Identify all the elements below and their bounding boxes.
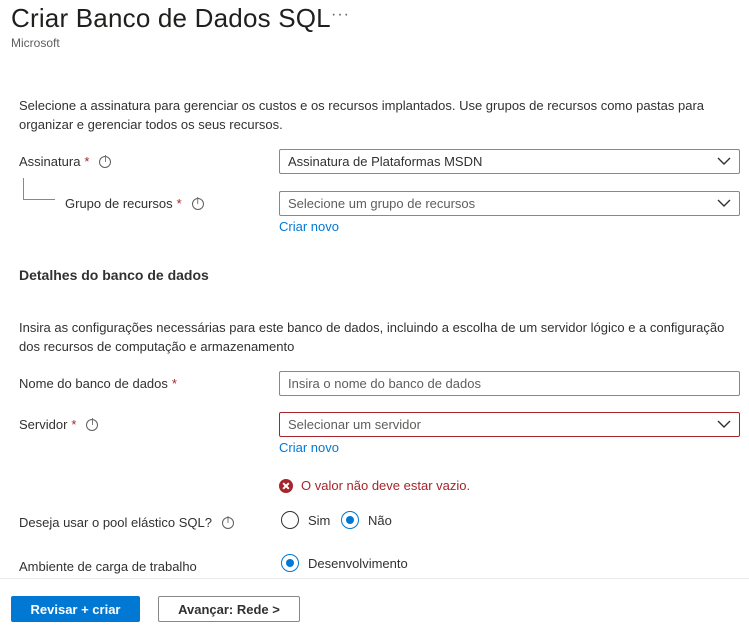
required-marker: * [171, 376, 177, 391]
chevron-down-icon [717, 199, 731, 207]
radio-circle[interactable] [281, 511, 299, 529]
workload-label: Ambiente de carga de trabalho [19, 559, 197, 574]
radio-circle[interactable] [281, 554, 299, 572]
more-options-icon[interactable]: ··· [331, 6, 350, 24]
resource-group-label-text: Grupo de recursos [65, 196, 173, 211]
info-icon[interactable] [99, 155, 112, 168]
database-name-label-text: Nome do banco de dados [19, 376, 168, 391]
publisher-label: Microsoft [11, 36, 60, 50]
elastic-pool-radio-yes[interactable]: Sim [281, 511, 330, 529]
radio-circle[interactable] [341, 511, 359, 529]
radio-yes-label: Sim [308, 512, 331, 528]
workload-radio-development[interactable]: Desenvolvimento [281, 554, 408, 572]
chevron-down-icon [717, 420, 731, 428]
elastic-pool-radio-no[interactable]: Não [341, 511, 392, 529]
workload-option-label: Desenvolvimento [308, 555, 408, 571]
project-description: Selecione a assinatura para gerenciar os… [19, 98, 705, 132]
subscription-label-text: Assinatura [19, 154, 81, 169]
server-select[interactable]: Selecionar um servidor [279, 412, 740, 437]
tree-connector [23, 178, 55, 200]
required-marker: * [84, 154, 90, 169]
error-icon [279, 478, 293, 493]
subscription-value: Assinatura de Plataformas MSDN [288, 154, 483, 169]
subscription-label: Assinatura * [19, 154, 112, 169]
required-marker: * [176, 196, 182, 211]
server-label: Servidor * [19, 417, 99, 432]
chevron-down-icon [717, 157, 731, 165]
server-label-text: Servidor [19, 417, 68, 432]
resource-group-label: Grupo de recursos * [65, 196, 204, 211]
database-description: Insira as configurações necessárias para… [19, 320, 725, 354]
server-placeholder: Selecionar um servidor [288, 417, 421, 432]
create-server-link[interactable]: Criar novo [279, 440, 339, 455]
next-network-button[interactable]: Avançar: Rede > [158, 596, 300, 622]
database-name-label: Nome do banco de dados * [19, 376, 177, 391]
page-header: Criar Banco de Dados SQL ··· Microsoft [0, 0, 749, 58]
subscription-select[interactable]: Assinatura de Plataformas MSDN [279, 149, 740, 174]
radio-no-label: Não [368, 512, 392, 528]
resource-group-placeholder: Selecione um grupo de recursos [288, 196, 476, 211]
resource-group-select[interactable]: Selecione um grupo de recursos [279, 191, 740, 216]
required-marker: * [71, 417, 77, 432]
review-create-button[interactable]: Revisar + criar [11, 596, 140, 622]
server-error-message: O valor não deve estar vazio. [279, 478, 470, 493]
footer-divider [0, 578, 749, 579]
info-icon[interactable] [86, 418, 99, 431]
info-icon[interactable] [191, 197, 204, 210]
elastic-pool-label: Deseja usar o pool elástico SQL? [19, 515, 234, 530]
create-resource-group-link[interactable]: Criar novo [279, 219, 339, 234]
info-icon[interactable] [221, 516, 234, 529]
database-name-input[interactable] [279, 371, 740, 396]
elastic-pool-label-text: Deseja usar o pool elástico SQL? [19, 515, 212, 530]
page-title: Criar Banco de Dados SQL [11, 3, 331, 33]
database-details-title: Detalhes do banco de dados [19, 267, 209, 283]
server-error-text: O valor não deve estar vazio. [301, 478, 471, 493]
